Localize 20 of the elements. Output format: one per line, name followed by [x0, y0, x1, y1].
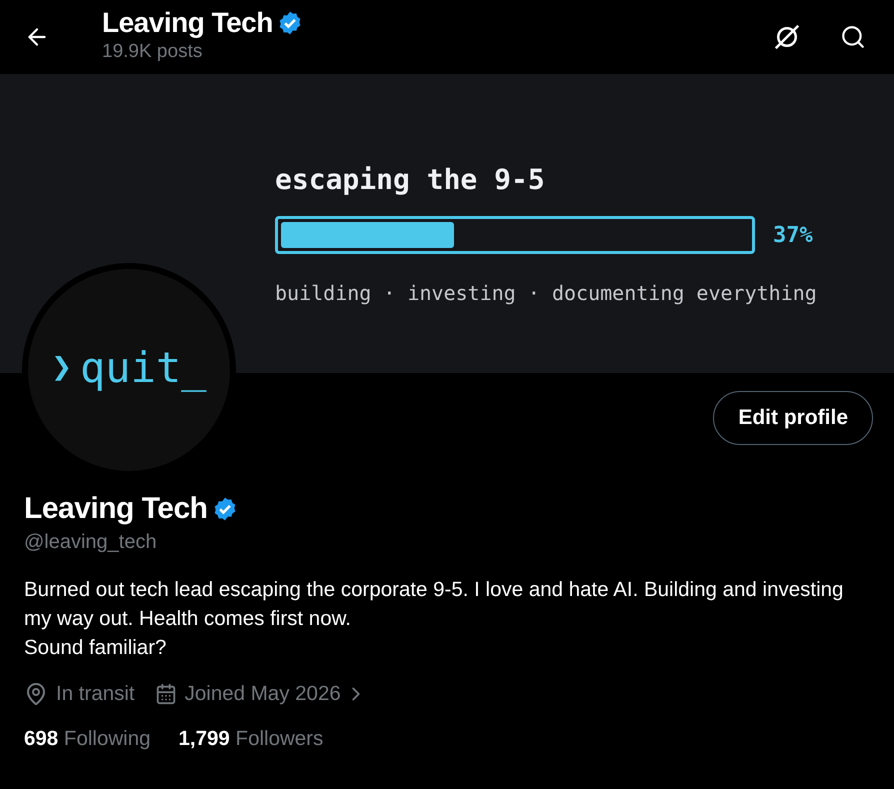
search-icon[interactable]: [840, 24, 866, 50]
location-text: In transit: [56, 680, 135, 707]
calendar-icon: [154, 683, 177, 705]
banner-title: escaping the 9-5: [275, 162, 545, 198]
bio-text: Burned out tech lead escaping the corporate 9-5. I love and hate AI. Building and investing my way out. Health comes first now.: [24, 577, 844, 632]
progress-reading: 37%: [773, 222, 813, 250]
stat-link[interactable]: 1,799 Followers: [178, 724, 324, 755]
joined-date: Joined May 2026: [184, 680, 341, 707]
location-icon: [24, 682, 48, 706]
bio-text: Sound familiar?: [24, 635, 168, 661]
prompt-glyph: ❯: [52, 346, 72, 388]
edit-profile-button[interactable]: Edit profile: [713, 391, 873, 445]
profile-handle: @leaving_tech: [24, 530, 157, 555]
post-count: 19.9K posts: [102, 40, 204, 64]
profile-name: Leaving Tech: [24, 491, 208, 527]
stat-link[interactable]: 698 Following: [24, 724, 151, 755]
header-title: Leaving Tech: [102, 6, 273, 40]
crossed-circle-icon[interactable]: [772, 22, 802, 52]
banner-tagline: building · investing · documenting everything: [275, 280, 817, 307]
avatar-text: quit_: [80, 342, 206, 394]
